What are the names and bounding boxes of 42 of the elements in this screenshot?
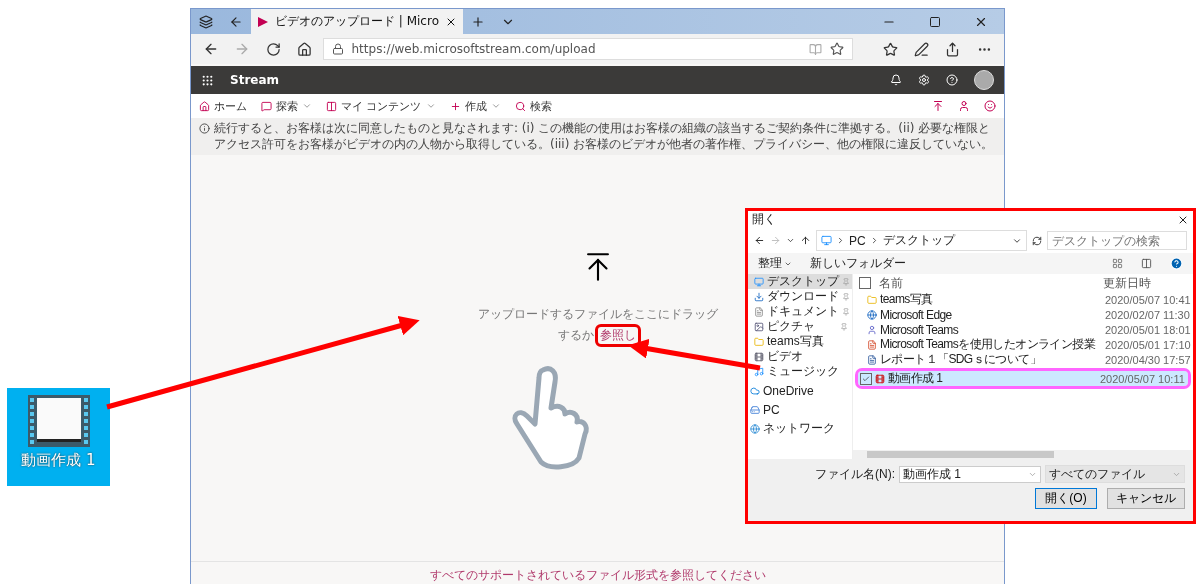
drop-instruction: するか [557,327,594,345]
search-link[interactable]: 検索 [514,98,552,114]
nav-item[interactable]: ホーム [199,98,247,114]
file-row[interactable]: teams写真 2020/05/07 10:41 [853,292,1193,307]
filename-field[interactable]: 動画作成 1 [899,465,1041,483]
search-field[interactable]: デスクトップの検索 [1047,231,1187,250]
file-row[interactable]: レポート１「SDGｓについて」 2020/04/30 17:57 [853,352,1193,367]
nav-pane-item[interactable]: teams写真 [748,334,852,349]
toolbar-button[interactable]: 整理 [758,255,792,272]
file-type-dropdown[interactable]: すべてのファイル [1045,465,1185,483]
toolbar-button[interactable]: 新しいフォルダー [810,255,906,272]
dialog-title: 開く [752,211,776,228]
file-row[interactable]: Microsoft Teamsを使用したオンライン授業 2020/05/01 17:10 [853,337,1193,352]
file-row[interactable]: Microsoft Edge 2020/02/07 11:30 [853,307,1193,322]
nav-pane-item[interactable]: ミュージック [748,364,852,379]
nav-pane-item[interactable]: ビデオ [748,349,852,364]
browse-link[interactable]: 参照し [597,327,638,345]
file-label: 動画作成 1 [21,451,96,470]
formats-link[interactable]: すべてのサポートされているファイル形式を参照してください [191,561,1004,584]
column-header[interactable]: 名前 [879,274,1103,292]
url-field[interactable]: https://web.microsoftstream.com/upload [322,38,853,60]
app-name: Stream [230,73,280,87]
nav-pane-item[interactable]: ピクチャ [748,319,852,334]
nav-pane-item[interactable]: デスクトップ [748,274,852,289]
nav-item[interactable]: 探索 [261,98,312,114]
file-row[interactable]: Microsoft Teams 2020/05/01 18:01 [853,322,1193,337]
filename-label: ファイル名(N): [815,465,895,483]
nav-pane-item[interactable]: ダウンロード [748,289,852,304]
path-field[interactable]: PC デスクトップ [816,230,1027,251]
nav-pane-item[interactable]: PC [748,402,852,417]
nav-pane-item[interactable]: ネットワーク [748,421,852,436]
dialog-button[interactable]: キャンセル [1107,488,1185,509]
dialog-button[interactable]: 開く(O) [1035,488,1097,509]
drop-instruction: アップロードするファイルをここにドラッグ [477,306,718,324]
nav-item[interactable]: 作成 [449,98,501,114]
nav-pane-item[interactable]: OneDrive [748,383,852,398]
nav-item[interactable]: マイ コンテンツ [326,98,436,114]
browser-tab[interactable]: ビデオのアップロード | Micro [251,9,463,34]
nav-pane-item[interactable]: ドキュメント [748,304,852,319]
file-row[interactable]: 動画作成 1 2020/05/07 10:11 [858,371,1188,386]
column-header[interactable]: 更新日時 [1103,274,1187,292]
notice-text: 続行すると、お客様は次に同意したものと見なされます: (i) この機能の使用はお客様の組織の該当するご契約条件に準拠する。(ii) 必要な権限とアクセス許可をお客様がビデオの内の人物から取得している。(iii) お客様のビデオが他者の著作権、プライバシー、他の権限に違反していない。 [214,121,995,153]
